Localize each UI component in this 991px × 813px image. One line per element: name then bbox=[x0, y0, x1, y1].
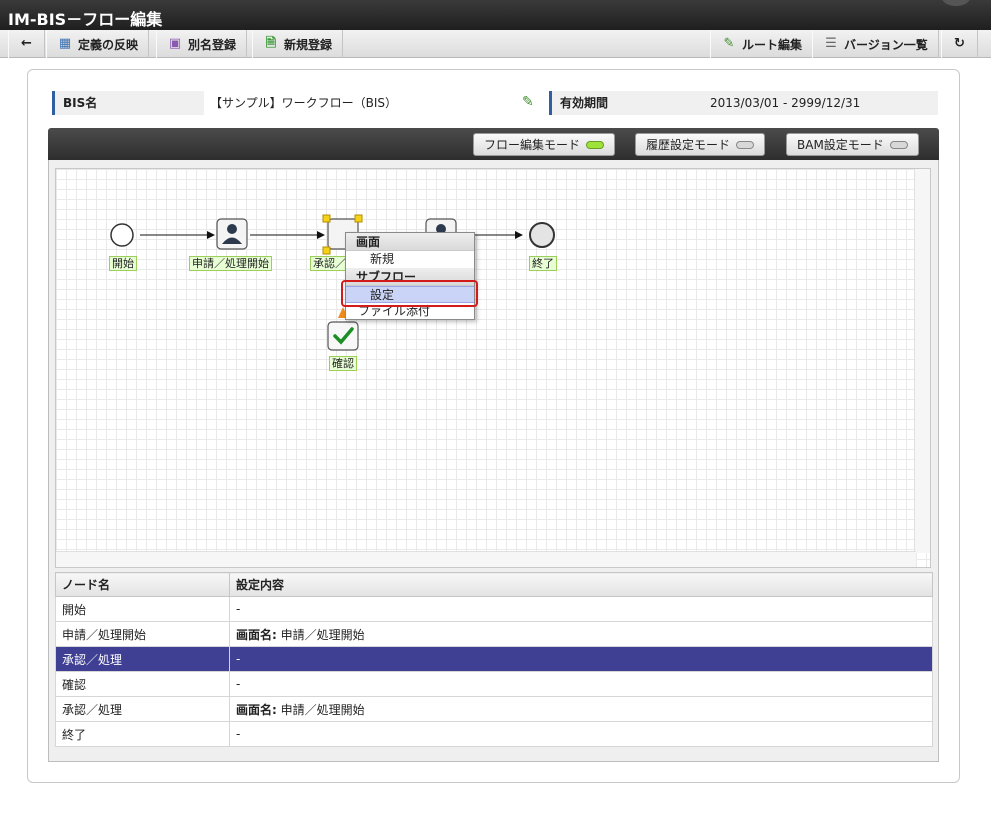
table-header-row: ノード名 設定内容 bbox=[55, 572, 933, 597]
context-item-new[interactable]: 新規 bbox=[346, 251, 474, 268]
row-node-name: 終了 bbox=[55, 721, 230, 747]
inactive-indicator-icon bbox=[889, 140, 908, 149]
start-node bbox=[110, 223, 134, 247]
route-edit-label: ルート編集 bbox=[742, 37, 803, 52]
row-settings: 画面名: 申請／処理開始 bbox=[229, 696, 933, 722]
row-node-name: 承認／処理 bbox=[55, 696, 230, 722]
horizontal-scrollbar[interactable] bbox=[56, 551, 916, 567]
confirm-node bbox=[327, 321, 359, 351]
alias-register-label: 別名登録 bbox=[188, 37, 237, 52]
start-node-label: 開始 bbox=[109, 256, 137, 271]
back-button[interactable]: ← bbox=[8, 30, 45, 58]
node-settings-table: ノード名 設定内容 開始 - 申請／処理開始 画面名: 申請／処理開始 承認／処… bbox=[55, 572, 933, 747]
alias-register-button[interactable]: ▣ 別名登録 bbox=[156, 30, 248, 58]
row-settings-value: - bbox=[236, 602, 241, 616]
new-register-button[interactable]: 🗎 新規登録 bbox=[252, 30, 344, 58]
selection-handle bbox=[322, 214, 331, 223]
flow-canvas[interactable]: 開始 申請／処理開始 承認／ 終了 確認 bbox=[55, 168, 931, 568]
bam-mode-button[interactable]: BAM設定モード bbox=[786, 133, 919, 156]
row-settings-key: 画面名: bbox=[236, 702, 277, 717]
end-node-label: 終了 bbox=[529, 256, 557, 271]
window-title-bar: IM-BIS－フロー編集 bbox=[0, 0, 991, 30]
row-settings: 画面名: 申請／処理開始 bbox=[229, 621, 933, 647]
route-edit-button[interactable]: ✎ ルート編集 bbox=[710, 30, 814, 58]
table-row[interactable]: 終了 - bbox=[55, 721, 933, 747]
row-settings-value: 申請／処理開始 bbox=[276, 702, 365, 717]
window-corner-decoration bbox=[941, 0, 971, 6]
row-settings-value: - bbox=[236, 677, 241, 691]
apply-node-label: 申請／処理開始 bbox=[189, 256, 272, 271]
row-settings: - bbox=[229, 721, 933, 747]
valid-period-label: 有効期間 bbox=[549, 91, 704, 115]
reflect-definition-label: 定義の反映 bbox=[78, 37, 139, 52]
table-row[interactable]: 承認／処理 画面名: 申請／処理開始 bbox=[55, 696, 933, 722]
row-node-name: 承認／処理 bbox=[55, 646, 230, 672]
vertical-scrollbar[interactable] bbox=[914, 169, 930, 553]
row-settings: - bbox=[229, 646, 933, 672]
reflect-icon: ▦ bbox=[58, 36, 72, 51]
inactive-indicator-icon bbox=[736, 140, 755, 149]
new-register-label: 新規登録 bbox=[284, 37, 333, 52]
reflect-definition-button[interactable]: ▦ 定義の反映 bbox=[46, 30, 150, 58]
bam-mode-label: BAM設定モード bbox=[797, 138, 884, 152]
history-mode-label: 履歴設定モード bbox=[646, 138, 731, 152]
row-settings-value: - bbox=[236, 652, 241, 666]
version-list-button[interactable]: ☰ バージョン一覧 bbox=[812, 30, 939, 58]
window-title: IM-BIS－フロー編集 bbox=[8, 10, 163, 29]
pencil-icon[interactable]: ✎ bbox=[522, 94, 534, 110]
active-indicator-icon bbox=[586, 140, 605, 149]
pencil-icon: ✎ bbox=[723, 36, 735, 51]
row-settings: - bbox=[229, 596, 933, 622]
row-settings-value: - bbox=[236, 727, 241, 741]
flow-edit-mode-button[interactable]: フロー編集モード bbox=[473, 133, 616, 156]
selection-handle bbox=[354, 214, 363, 223]
table-row[interactable]: 開始 - bbox=[55, 596, 933, 622]
bis-name-value: 【サンプル】ワークフロー（BIS） bbox=[204, 91, 549, 115]
row-node-name: 開始 bbox=[55, 596, 230, 622]
row-node-name: 確認 bbox=[55, 671, 230, 697]
table-row[interactable]: 申請／処理開始 画面名: 申請／処理開始 bbox=[55, 621, 933, 647]
arrow-left-icon: ← bbox=[21, 36, 32, 51]
alias-icon: ▣ bbox=[168, 36, 182, 51]
toolbar: ← ▦ 定義の反映 ▣ 別名登録 🗎 新規登録 ✎ ルート編集 ☰ バージョン一… bbox=[0, 30, 991, 58]
settings-header: 設定内容 bbox=[229, 572, 933, 597]
flow-diagram bbox=[60, 175, 928, 565]
context-group-screen: 画面 bbox=[346, 233, 474, 251]
bis-name-label: BIS名 bbox=[52, 91, 204, 115]
flow-edit-mode-label: フロー編集モード bbox=[484, 138, 581, 152]
valid-period-value: 2013/03/01 - 2999/12/31 bbox=[704, 91, 938, 115]
table-row[interactable]: 確認 - bbox=[55, 671, 933, 697]
node-name-header: ノード名 bbox=[55, 572, 230, 597]
bis-info-row: BIS名 【サンプル】ワークフロー（BIS） ✎ 有効期間 2013/03/01… bbox=[52, 91, 938, 115]
settings-highlight-box bbox=[341, 280, 478, 307]
row-settings-key: 画面名: bbox=[236, 627, 277, 642]
row-settings: - bbox=[229, 671, 933, 697]
history-mode-button[interactable]: 履歴設定モード bbox=[635, 133, 766, 156]
row-node-name: 申請／処理開始 bbox=[55, 621, 230, 647]
row-settings-value: 申請／処理開始 bbox=[276, 627, 365, 642]
version-list-label: バージョン一覧 bbox=[844, 37, 928, 52]
refresh-button[interactable]: ↻ bbox=[941, 30, 978, 58]
new-document-icon: 🗎 bbox=[265, 36, 277, 51]
end-node bbox=[529, 222, 555, 248]
apply-person-head bbox=[227, 224, 237, 234]
approve-node-label: 承認／ bbox=[310, 256, 349, 271]
confirm-node-label: 確認 bbox=[329, 356, 357, 371]
selection-handle bbox=[322, 246, 331, 255]
table-row-selected[interactable]: 承認／処理 - bbox=[55, 646, 933, 672]
mode-bar: フロー編集モード 履歴設定モード BAM設定モード bbox=[48, 128, 939, 160]
list-icon: ☰ bbox=[825, 36, 837, 51]
refresh-icon: ↻ bbox=[954, 36, 965, 51]
